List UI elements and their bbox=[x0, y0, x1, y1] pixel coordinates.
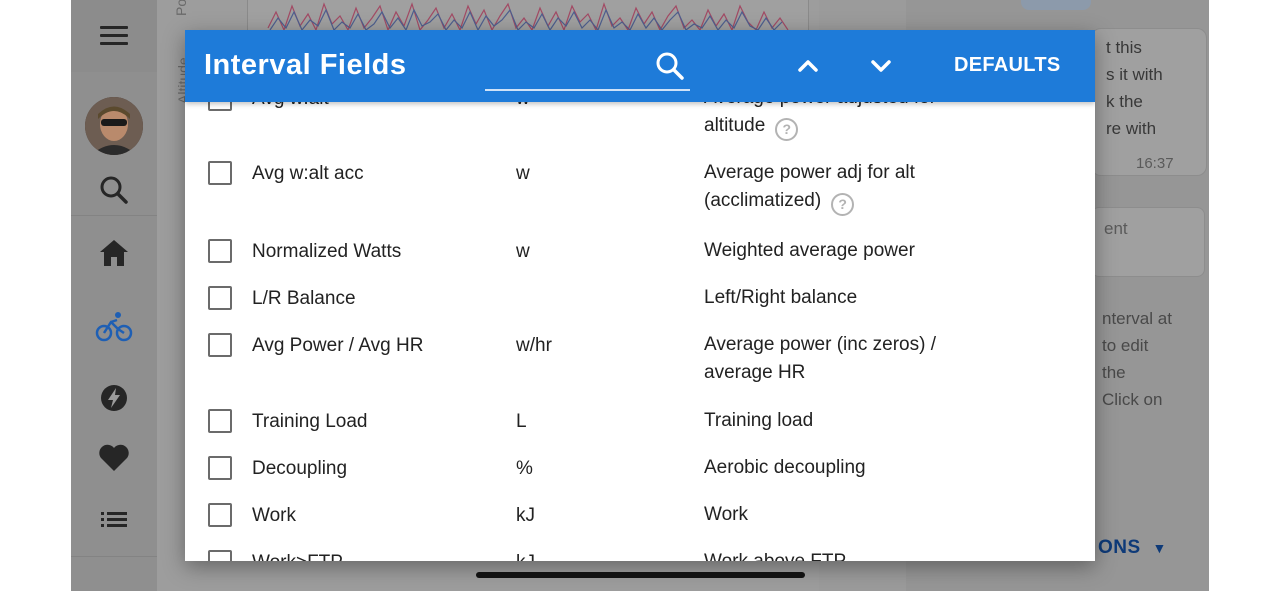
desc-line-2: altitude? bbox=[704, 112, 974, 141]
dialog-header: Interval Fields DEFAULTS bbox=[185, 30, 1095, 102]
field-unit: w bbox=[516, 102, 530, 110]
desc-line: Average power (inc zeros) / bbox=[704, 334, 936, 355]
field-description: Work bbox=[704, 504, 748, 525]
field-name: Avg w:alt acc bbox=[252, 163, 364, 184]
field-unit: w bbox=[516, 241, 530, 262]
home-indicator[interactable] bbox=[476, 572, 805, 578]
search-icon[interactable] bbox=[94, 170, 134, 210]
dialog-title: Interval Fields bbox=[204, 49, 407, 81]
heart-icon[interactable] bbox=[94, 438, 134, 478]
field-unit: w/hr bbox=[516, 335, 552, 356]
desc-text: (acclimatized) bbox=[704, 190, 822, 211]
help-icon[interactable]: ? bbox=[775, 118, 799, 141]
field-name: Normalized Watts bbox=[252, 241, 402, 262]
chat-time: 16:37 bbox=[1136, 155, 1174, 172]
field-unit: kJ bbox=[516, 552, 535, 561]
rail-divider-bottom bbox=[71, 556, 157, 557]
field-description: Work above FTP bbox=[704, 548, 974, 561]
field-description: Aerobic decoupling bbox=[704, 457, 866, 478]
field-unit: w bbox=[516, 163, 530, 184]
hint-text: nterval at to edit the Click on bbox=[1102, 305, 1172, 413]
chat-line: re with bbox=[1106, 119, 1157, 138]
field-description: Average power (inc zeros) / average HR bbox=[704, 331, 974, 387]
search-icon[interactable] bbox=[650, 46, 690, 86]
interval-fields-dialog: Interval Fields DEFAULTS Avg w:alt w Ave… bbox=[185, 30, 1095, 561]
field-name: Work bbox=[252, 505, 296, 526]
desc-line: Average power adj for alt bbox=[704, 162, 915, 183]
desc-line-2: average HR bbox=[704, 362, 806, 383]
menu-icon[interactable] bbox=[100, 26, 128, 46]
field-name: L/R Balance bbox=[252, 288, 356, 309]
field-description: Average power adjusted for altitude? bbox=[704, 102, 974, 141]
field-unit: kJ bbox=[516, 505, 535, 526]
field-name: Training Load bbox=[252, 411, 368, 432]
options-dropdown[interactable]: ONS ▼ bbox=[1098, 537, 1167, 559]
search-input[interactable] bbox=[485, 89, 690, 91]
field-checkbox[interactable] bbox=[208, 239, 232, 263]
hint-line: the bbox=[1102, 363, 1126, 382]
options-label: ONS bbox=[1098, 537, 1141, 558]
rail-divider bbox=[71, 215, 157, 216]
field-name: Decoupling bbox=[252, 458, 348, 479]
panel-tab bbox=[1021, 0, 1091, 10]
help-icon[interactable]: ? bbox=[831, 193, 855, 216]
desc-line-2: (acclimatized)? bbox=[704, 187, 974, 216]
chevron-up-icon[interactable] bbox=[788, 46, 828, 86]
caret-down-icon: ▼ bbox=[1152, 540, 1167, 556]
home-icon[interactable] bbox=[94, 233, 134, 273]
field-checkbox[interactable] bbox=[208, 286, 232, 310]
field-name: Avg Power / Avg HR bbox=[252, 335, 424, 356]
hint-line: to edit bbox=[1102, 336, 1149, 355]
chat-line: t this bbox=[1106, 38, 1142, 57]
field-checkbox[interactable] bbox=[208, 409, 232, 433]
comment-text: ent bbox=[1104, 219, 1128, 238]
fields-list: Avg w:alt w Average power adjusted for a… bbox=[185, 102, 1095, 561]
chart-axis-top-label: Po bbox=[173, 0, 189, 16]
chat-line: s it with bbox=[1106, 65, 1163, 84]
desc-line: Average power adjusted for bbox=[704, 102, 974, 112]
chat-line: k the bbox=[1106, 92, 1143, 111]
field-description: Average power adj for alt (acclimatized)… bbox=[704, 159, 974, 216]
field-name: Avg w:alt bbox=[252, 102, 329, 110]
field-checkbox[interactable] bbox=[208, 503, 232, 527]
bolt-icon[interactable] bbox=[94, 378, 134, 418]
bike-icon[interactable] bbox=[94, 307, 134, 347]
hint-line: Click on bbox=[1102, 390, 1163, 409]
hint-line: nterval at bbox=[1102, 309, 1172, 328]
field-checkbox[interactable] bbox=[208, 333, 232, 357]
field-description: Training load bbox=[704, 410, 814, 431]
defaults-button[interactable]: DEFAULTS bbox=[954, 54, 1060, 77]
avatar[interactable] bbox=[85, 97, 143, 155]
field-checkbox[interactable] bbox=[208, 550, 232, 561]
field-checkbox[interactable] bbox=[208, 102, 232, 111]
chat-message: t this s it with k the re with bbox=[1106, 34, 1186, 142]
chevron-down-icon[interactable] bbox=[861, 46, 901, 86]
field-unit: % bbox=[516, 458, 533, 479]
field-checkbox[interactable] bbox=[208, 161, 232, 185]
comment-card[interactable] bbox=[1091, 207, 1205, 277]
field-description: Weighted average power bbox=[704, 240, 915, 261]
field-name: Work>FTP bbox=[252, 552, 343, 561]
field-checkbox[interactable] bbox=[208, 456, 232, 480]
list-icon[interactable] bbox=[94, 500, 134, 540]
field-unit: L bbox=[516, 411, 527, 432]
field-description: Left/Right balance bbox=[704, 287, 858, 308]
desc-text: altitude bbox=[704, 115, 766, 136]
